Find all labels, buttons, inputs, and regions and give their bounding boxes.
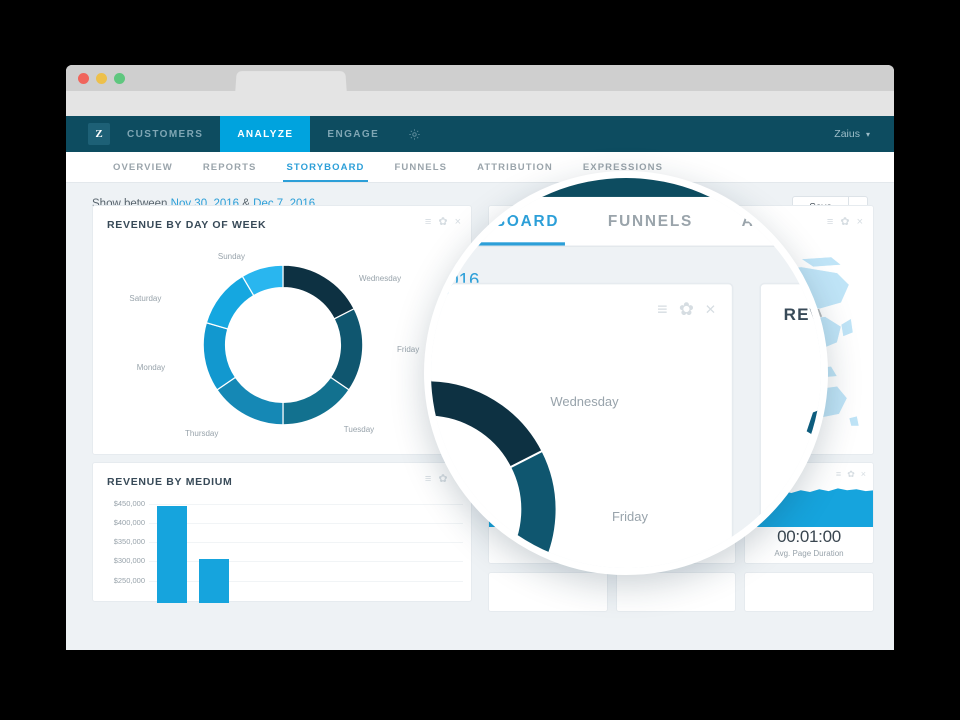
donut-slice-label: Wednesday [359,273,402,283]
bar-chart-y-tick: $350,000 [113,537,145,547]
widget-header-icons: ≡ ✿ × [836,470,866,479]
donut-slice[interactable] [216,376,284,426]
tab-reports[interactable]: REPORTS [188,152,272,182]
browser-tab[interactable] [235,71,347,92]
window-chrome-bar [66,65,894,92]
widget-menu-icon[interactable]: ≡ [657,301,667,320]
chevron-down-icon: ▾ [865,129,870,139]
widget-close-icon[interactable]: × [857,217,863,228]
widget-settings-gear-icon[interactable]: ✿ [847,470,855,479]
donut-slice[interactable] [282,376,350,426]
donut-slice[interactable] [202,321,237,391]
widget-title: REVENUE BY DAY OF WEEK [107,219,267,231]
donut-slice-label: Saturday [129,293,162,303]
gridline [149,503,463,505]
donut-container: Wednesday Friday Tuesday Thursday Monday Satu… [93,234,473,456]
window-traffic-lights [78,73,125,84]
donut-slice[interactable] [329,307,364,391]
secondary-navbar: OVERVIEW REPORTS STORYBOARD FUNNELS ATTR… [431,196,821,248]
donut-slice-label: Friday [397,345,420,354]
bar-chart-plot: $450,000 $400,000 $350,000 $300,000 $250,000 [93,493,473,603]
widget-menu-icon[interactable]: ≡ [827,217,833,228]
widget-placeholder-card [744,572,874,612]
widget-settings-gear-icon[interactable]: ✿ [679,301,694,320]
account-menu[interactable]: Zaius ▾ [834,116,894,152]
tab-funnels[interactable]: FUNNELS [584,197,718,246]
bar-chart-y-tick: $400,000 [113,517,145,527]
app-logo[interactable]: Z [88,123,110,145]
donut-slice-label: Friday [611,509,648,525]
widget-close-icon[interactable]: × [861,470,866,479]
donut-slice[interactable] [502,449,558,575]
widget-settings-gear-icon[interactable]: ✿ [840,217,849,228]
account-name: Zaius [834,128,860,140]
nav-item-customers[interactable]: CUSTOMERS [110,116,220,152]
nav-item-analyze[interactable]: ANALYZE [220,116,311,152]
storyboard-grid: REVENUE BY DAY OF WEEK≡✿×WednesdayFriday… [427,282,823,575]
gridline [149,561,463,563]
screenshot-stage: Z CUSTOMERS ANALYZE ENGAGE Zaius ▾ OVERV… [0,0,960,720]
donut-slice-label: Wednesday [550,394,619,410]
bar-chart-y-tick: $250,000 [113,575,145,585]
bar-chart-y-tick: $300,000 [113,556,145,566]
tab-attribution[interactable]: ATTRIBUTION [717,197,821,246]
widget-placeholder-card [616,572,736,612]
close-window-icon[interactable] [78,73,89,84]
donut-container: WednesdayFridayTuesdayThursdayMondaySatu… [427,330,735,575]
widget-revenue-by-day-of-week: REVENUE BY DAY OF WEEK≡✿×WednesdayFriday… [92,205,472,455]
donut-slice-label: Thursday [185,429,219,439]
magnifier-lens: Z CUSTOMERS ANALYZE ENGAGE Zaius ▾ OVERV… [424,171,828,575]
gear-icon[interactable] [396,116,433,152]
widget-placeholder-card [488,572,608,612]
magnified-browser-clone: Z CUSTOMERS ANALYZE ENGAGE Zaius ▾ OVERV… [427,178,823,575]
donut-slice[interactable] [282,264,355,320]
bar[interactable] [157,505,187,603]
gear-icon[interactable] [611,178,671,197]
donut-slice-label: Tuesday [343,424,375,434]
revenue-by-day-donut-chart [202,264,364,426]
widget-revenue-map: REVENUE≡✿× [759,282,823,568]
widget-header-icons: ≡ ✿ × [827,217,863,228]
map-region-japan[interactable] [840,318,854,337]
primary-navbar: Z CUSTOMERS ANALYZE ENGAGE Zaius ▾ [66,116,894,152]
gridline [149,522,463,524]
gridline [149,580,463,582]
gridline [149,542,463,544]
map-region-new-zealand[interactable] [848,415,860,427]
tab-storyboard[interactable]: STORYBOARD [431,197,584,246]
nav-item-engage[interactable]: ENGAGE [310,116,396,152]
widget-revenue-by-medium: REVENUE BY MEDIUM≡✿×$450,000$400,000$350… [92,462,473,603]
tab-overview[interactable]: OVERVIEW [98,152,188,182]
widget-title: REVENUE [783,305,823,325]
tab-storyboard[interactable]: STORYBOARD [271,152,379,182]
widget-title: REVENUE BY MEDIUM [107,476,233,488]
donut-svg-holder [427,356,581,575]
maximize-window-icon[interactable] [114,73,125,84]
donut-slice[interactable] [427,379,544,469]
browser-address-bar[interactable] [66,91,894,116]
donut-slice-label: Sunday [217,251,245,261]
donut-svg-holder [188,250,378,445]
bar-chart-y-tick: $450,000 [113,498,145,508]
revenue-by-day-donut-chart [427,379,558,575]
minimize-window-icon[interactable] [96,73,107,84]
bar[interactable] [199,558,229,603]
donut-slice-label: Monday [136,362,166,372]
widget-revenue-by-day-of-week: REVENUE BY DAY OF WEEK≡✿×WednesdayFriday… [427,282,735,575]
widget-header-icons: ≡ ✿ × [657,301,715,320]
magnified-storyboard: Z CUSTOMERS ANALYZE ENGAGE Zaius ▾ OVERV… [427,178,823,575]
widget-close-icon[interactable]: × [705,301,715,320]
widget-menu-icon[interactable]: ≡ [836,470,841,479]
magnifier-lens-inner: Z CUSTOMERS ANALYZE ENGAGE Zaius ▾ OVERV… [431,178,821,568]
